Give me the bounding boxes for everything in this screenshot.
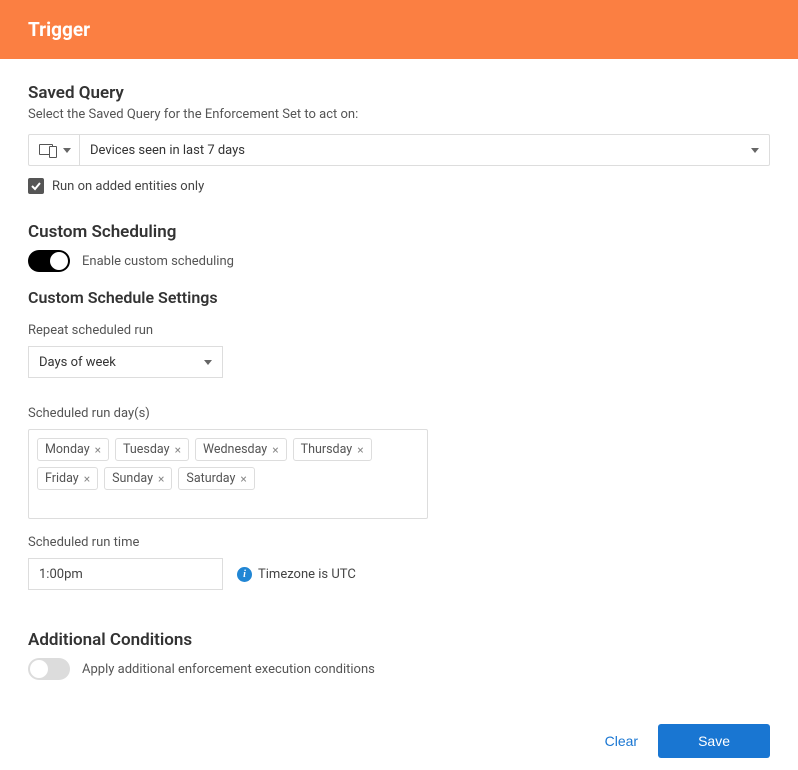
remove-chip-icon[interactable]: × [175, 443, 181, 457]
additional-conditions-title: Additional Conditions [28, 630, 770, 650]
additional-conditions-toggle-row: Apply additional enforcement execution c… [28, 658, 770, 680]
saved-query-subtitle: Select the Saved Query for the Enforceme… [28, 107, 770, 122]
day-chip-label: Sunday [112, 471, 153, 486]
remove-chip-icon[interactable]: × [357, 443, 363, 457]
day-chip: Sunday × [104, 467, 172, 490]
run-on-added-label: Run on added entities only [52, 179, 204, 194]
day-chip: Tuesday × [115, 438, 189, 461]
dialog-footer: Clear Save [0, 712, 798, 770]
info-icon: i [237, 567, 252, 582]
custom-scheduling-title: Custom Scheduling [28, 222, 770, 242]
chevron-down-icon [63, 148, 71, 153]
saved-query-value: Devices seen in last 7 days [90, 143, 245, 158]
timezone-label: Timezone is UTC [258, 567, 356, 582]
time-label: Scheduled run time [28, 535, 770, 550]
check-icon [30, 180, 42, 192]
scheduled-time-input[interactable] [28, 558, 223, 590]
day-chip-label: Thursday [301, 442, 353, 457]
day-chip-label: Saturday [186, 471, 235, 486]
run-on-added-checkbox[interactable] [28, 178, 44, 194]
remove-chip-icon[interactable]: × [240, 472, 246, 486]
repeat-value: Days of week [39, 355, 116, 370]
repeat-label: Repeat scheduled run [28, 323, 770, 338]
days-label: Scheduled run day(s) [28, 406, 770, 421]
days-multiselect[interactable]: Monday×Tuesday×Wednesday×Thursday×Friday… [28, 429, 428, 519]
time-row: i Timezone is UTC [28, 558, 770, 590]
custom-scheduling-toggle-row: Enable custom scheduling [28, 250, 770, 272]
saved-query-select[interactable]: Devices seen in last 7 days [80, 135, 769, 165]
remove-chip-icon[interactable]: × [95, 443, 101, 457]
day-chip-label: Monday [45, 442, 90, 457]
timezone-info: i Timezone is UTC [237, 567, 356, 582]
chevron-down-icon [204, 360, 212, 365]
dialog-title: Trigger [28, 18, 90, 41]
dialog-header: Trigger [0, 0, 798, 59]
day-chip-label: Friday [45, 471, 79, 486]
dialog-content: Saved Query Select the Saved Query for t… [0, 59, 798, 712]
saved-query-row: Devices seen in last 7 days [28, 134, 770, 166]
remove-chip-icon[interactable]: × [84, 472, 90, 486]
clear-button[interactable]: Clear [601, 725, 642, 757]
day-chip: Friday × [37, 467, 98, 490]
additional-conditions-toggle-label: Apply additional enforcement execution c… [82, 662, 375, 677]
run-on-added-row: Run on added entities only [28, 178, 770, 194]
saved-query-title: Saved Query [28, 83, 770, 103]
chevron-down-icon [751, 148, 759, 153]
day-chip: Saturday × [178, 467, 254, 490]
devices-icon [39, 143, 57, 157]
save-button[interactable]: Save [658, 724, 770, 758]
custom-scheduling-toggle-label: Enable custom scheduling [82, 254, 234, 269]
day-chip: Thursday × [293, 438, 372, 461]
query-type-selector[interactable] [29, 135, 80, 165]
additional-conditions-toggle[interactable] [28, 658, 70, 680]
day-chip-label: Tuesday [123, 442, 170, 457]
repeat-select[interactable]: Days of week [28, 346, 223, 378]
remove-chip-icon[interactable]: × [158, 472, 164, 486]
day-chip-label: Wednesday [203, 442, 267, 457]
schedule-settings-title: Custom Schedule Settings [28, 288, 770, 307]
custom-scheduling-toggle[interactable] [28, 250, 70, 272]
day-chip: Wednesday × [195, 438, 287, 461]
day-chip: Monday × [37, 438, 109, 461]
remove-chip-icon[interactable]: × [272, 443, 278, 457]
